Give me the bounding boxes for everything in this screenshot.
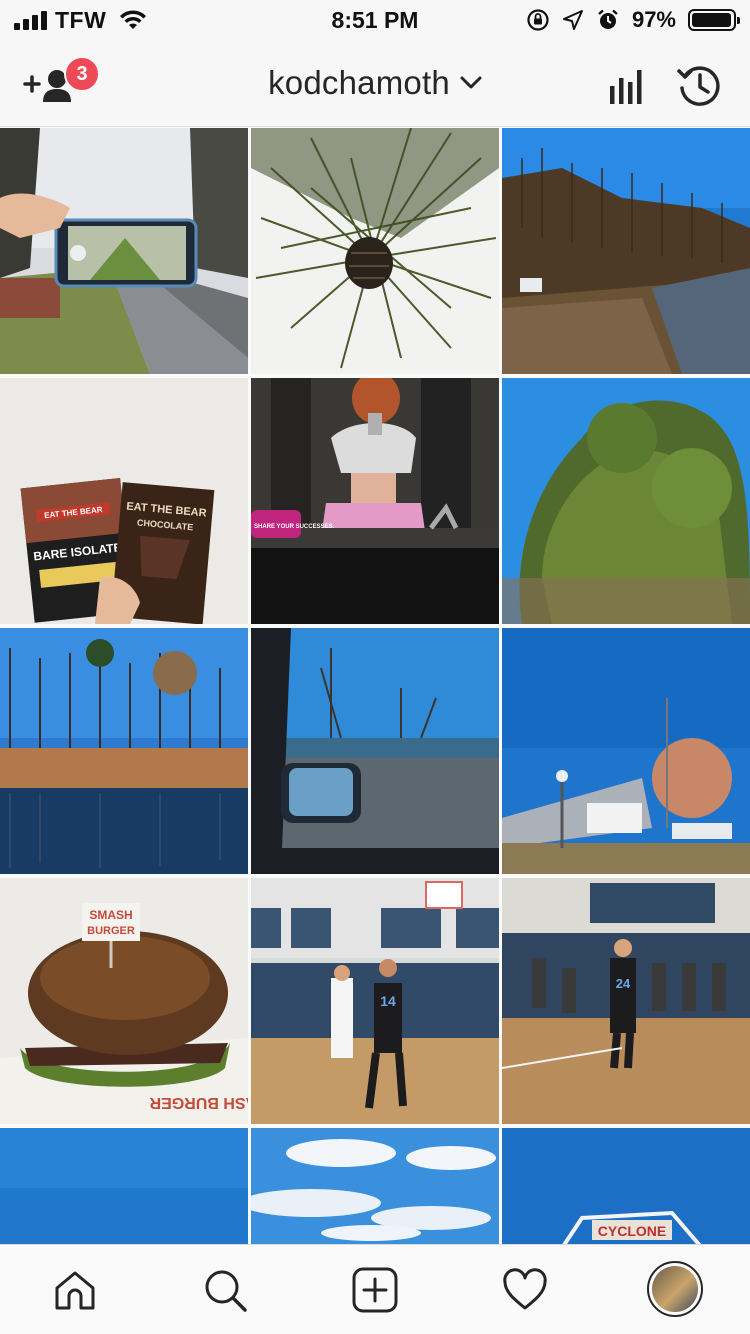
username: kodchamoth: [268, 64, 450, 101]
new-post-icon: [352, 1267, 398, 1313]
insights-icon[interactable]: [606, 66, 646, 106]
status-right: 97%: [526, 6, 740, 34]
burger-wrapper-text: MASH BURGER: [149, 1094, 248, 1111]
battery-percent: 97%: [631, 7, 676, 32]
battery-icon: [688, 9, 740, 31]
search-icon: [205, 1270, 247, 1312]
burger-flag-text-2: BURGER: [87, 925, 135, 937]
jersey-number-1: 14: [380, 993, 396, 1009]
post-thumbnail[interactable]: SHARE YOUR SUCCESSES.: [251, 378, 499, 624]
post-thumbnail[interactable]: 24: [502, 878, 750, 1124]
location-icon: [562, 10, 583, 30]
tab-activity[interactable]: [500, 1265, 550, 1315]
profile-avatar: [652, 1266, 698, 1312]
status-bar: TFW 8:51 PM 97%: [0, 0, 750, 40]
post-thumbnail[interactable]: EAT THE BEAR BARE ISOLATE EAT THE BEAR C…: [0, 378, 248, 624]
home-icon: [55, 1271, 95, 1310]
post-thumbnail[interactable]: [251, 628, 499, 874]
archive-icon[interactable]: [676, 62, 724, 110]
post-thumbnail[interactable]: 14: [251, 878, 499, 1124]
sign-text: SHARE YOUR SUCCESSES.: [254, 524, 335, 530]
burger-flag-text-1: SMASH: [89, 908, 132, 922]
profile-header: 3 kodchamoth: [0, 40, 750, 127]
tab-new-post[interactable]: [350, 1265, 400, 1315]
post-thumbnail[interactable]: [251, 128, 499, 374]
post-grid: EAT THE BEAR BARE ISOLATE EAT THE BEAR C…: [0, 128, 750, 1334]
alarm-icon: [598, 9, 618, 29]
post-thumbnail[interactable]: [0, 128, 248, 374]
post-thumbnail[interactable]: [502, 378, 750, 624]
post-thumbnail[interactable]: MASH BURGER SMASH BURGER: [0, 878, 248, 1124]
tab-search[interactable]: [200, 1265, 250, 1315]
tab-home[interactable]: [50, 1265, 100, 1315]
coaster-sign: CYCLONE: [598, 1223, 666, 1239]
post-thumbnail[interactable]: [502, 628, 750, 874]
post-thumbnail[interactable]: [502, 128, 750, 374]
bottom-tab-bar: [0, 1244, 750, 1334]
post-thumbnail[interactable]: [0, 628, 248, 874]
activity-icon: [503, 1268, 547, 1310]
tab-profile[interactable]: [647, 1261, 703, 1317]
orientation-lock-icon: [527, 9, 549, 31]
chevron-down-icon: [460, 76, 482, 89]
jersey-number-2: 24: [616, 976, 631, 991]
